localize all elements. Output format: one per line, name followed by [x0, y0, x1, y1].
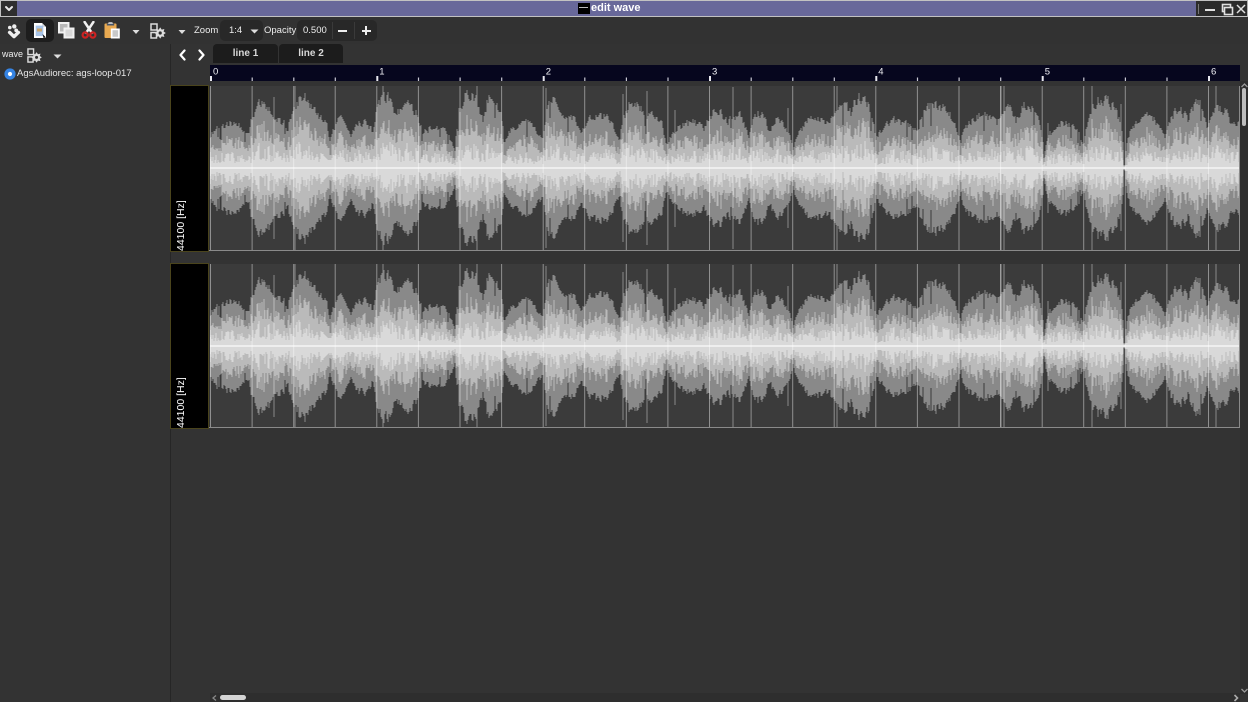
svg-text:5: 5	[1045, 67, 1050, 78]
svg-text:0: 0	[213, 67, 218, 78]
svg-text:4: 4	[878, 67, 883, 78]
svg-text:3: 3	[712, 67, 717, 78]
svg-text:1: 1	[379, 67, 384, 78]
svg-text:6: 6	[1211, 67, 1216, 78]
svg-text:2: 2	[546, 67, 551, 78]
